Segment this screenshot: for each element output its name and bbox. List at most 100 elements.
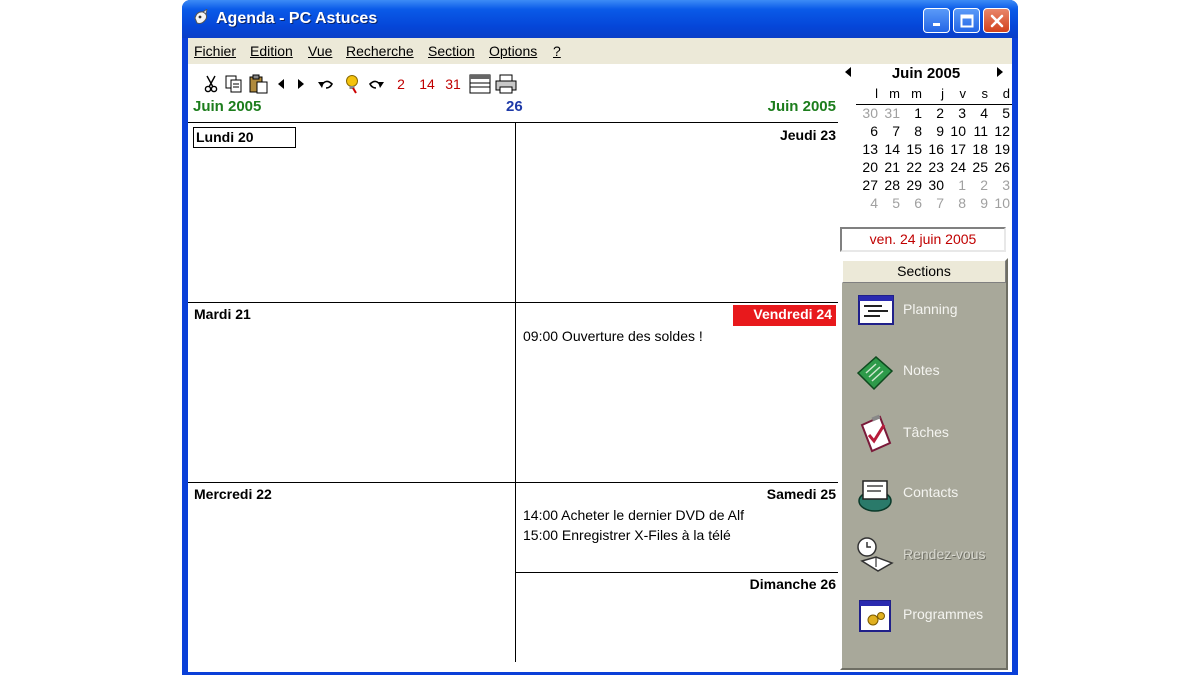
minimize-button[interactable]	[923, 8, 950, 33]
day-header-lundi-20[interactable]: Lundi 20	[193, 127, 296, 148]
day-header-samedi-25[interactable]: Samedi 25	[767, 486, 836, 502]
calendar-day[interactable]: 1	[944, 177, 966, 195]
calendar-day[interactable]: 13	[856, 141, 878, 159]
calendar-day[interactable]: 19	[988, 141, 1010, 159]
calendar-day[interactable]: 6	[900, 195, 922, 213]
calendar-day[interactable]: 18	[966, 141, 988, 159]
calendar-day[interactable]: 7	[878, 123, 900, 141]
calendar-day[interactable]: 31	[878, 105, 900, 123]
section-tasks[interactable]: Tâches	[842, 411, 1006, 461]
prev-icon[interactable]	[274, 73, 288, 95]
day-header-vendredi-24[interactable]: Vendredi 24	[733, 305, 836, 326]
event-item[interactable]: 14:00 Acheter le dernier DVD de Alf	[523, 507, 744, 523]
day-header-mercredi-22[interactable]: Mercredi 22	[194, 486, 272, 502]
day-header-jeudi-23[interactable]: Jeudi 23	[780, 127, 836, 143]
title-bar[interactable]: Agenda - PC Astuces	[182, 0, 1018, 38]
day-header-dimanche-26[interactable]: Dimanche 26	[750, 576, 836, 592]
menu-section[interactable]: Section	[428, 43, 475, 59]
calendar-day[interactable]: 5	[878, 195, 900, 213]
calendar-day[interactable]: 3	[988, 177, 1010, 195]
paste-icon[interactable]	[248, 73, 270, 95]
day-header-mardi-21[interactable]: Mardi 21	[194, 306, 251, 322]
calendar-next-month-icon[interactable]	[996, 66, 1004, 81]
cut-icon[interactable]	[202, 73, 220, 95]
print-icon[interactable]	[494, 73, 518, 95]
programs-icon	[859, 600, 891, 632]
calendar-day[interactable]: 22	[900, 159, 922, 177]
calendar-day[interactable]: 7	[922, 195, 944, 213]
week-grid: Lundi 20 Mardi 21 Mercredi 22 Jeudi 23 V…	[188, 122, 838, 672]
left-month-header: Juin 2005	[193, 98, 262, 115]
section-contacts[interactable]: Contacts	[842, 471, 1006, 521]
next-icon[interactable]	[294, 73, 308, 95]
calendar-day[interactable]: 16	[922, 141, 944, 159]
calendar-week-row: 4 5 6 7 8 9 10	[856, 195, 1012, 213]
menu-bar: Fichier Edition Vue Recherche Section Op…	[188, 38, 1012, 64]
planning-icon	[858, 295, 894, 325]
calendar-day[interactable]: 8	[944, 195, 966, 213]
menu-vue[interactable]: Vue	[308, 43, 332, 59]
calendar-day[interactable]: 1	[900, 105, 922, 123]
calendar-day[interactable]: 2	[922, 105, 944, 123]
calendar-day[interactable]: 4	[966, 105, 988, 123]
calendar-day[interactable]: 17	[944, 141, 966, 159]
calendar-day[interactable]: 3	[944, 105, 966, 123]
section-programs[interactable]: Programmes	[842, 593, 1006, 643]
calendar-day[interactable]: 27	[856, 177, 878, 195]
selected-date-field[interactable]: ven. 24 juin 2005	[840, 227, 1006, 252]
calendar-week-row: 6 7 8 9 10 11 12	[856, 123, 1012, 141]
calendar-day[interactable]: 8	[900, 123, 922, 141]
calendar-day[interactable]: 15	[900, 141, 922, 159]
app-window: Agenda - PC Astuces Fichier Edition Vue …	[182, 0, 1018, 675]
calendar-day[interactable]: 5	[988, 105, 1010, 123]
calendar-day[interactable]: 9	[966, 195, 988, 213]
calendar-day[interactable]: 11	[966, 123, 988, 141]
calendar-day[interactable]: 24	[944, 159, 966, 177]
close-icon	[990, 14, 1003, 27]
view-2-days-button[interactable]: 2	[394, 73, 408, 95]
calendar-view-icon[interactable]	[468, 73, 492, 95]
calendar-day[interactable]: 14	[878, 141, 900, 159]
redo-icon[interactable]	[366, 73, 386, 95]
event-item[interactable]: 09:00 Ouverture des soldes !	[523, 328, 703, 344]
app-logo-icon	[194, 9, 208, 24]
undo-icon[interactable]	[316, 73, 336, 95]
calendar-day[interactable]: 26	[988, 159, 1010, 177]
section-planning[interactable]: Planning	[842, 288, 1006, 338]
section-notes[interactable]: Notes	[842, 349, 1006, 399]
menu-recherche[interactable]: Recherche	[346, 43, 414, 59]
calendar-day[interactable]: 2	[966, 177, 988, 195]
calendar-day[interactable]: 10	[944, 123, 966, 141]
weekday-label: j	[941, 86, 944, 101]
weekday-label: m	[889, 86, 900, 101]
calendar-day[interactable]: 29	[900, 177, 922, 195]
calendar-day[interactable]: 23	[922, 159, 944, 177]
calendar-day[interactable]: 4	[856, 195, 878, 213]
weekday-label: d	[1002, 86, 1010, 101]
toolbar: 2 14 31	[202, 73, 552, 95]
calendar-day[interactable]: 10	[988, 195, 1010, 213]
section-appointments[interactable]: Rendez-vous	[842, 533, 1006, 583]
menu-help[interactable]: ?	[553, 43, 561, 59]
view-31-days-button[interactable]: 31	[442, 73, 464, 95]
view-14-days-button[interactable]: 14	[416, 73, 438, 95]
menu-edition[interactable]: Edition	[250, 43, 293, 59]
calendar-day[interactable]: 20	[856, 159, 878, 177]
menu-options[interactable]: Options	[489, 43, 537, 59]
close-button[interactable]	[983, 8, 1010, 33]
calendar-day[interactable]: 30	[856, 105, 878, 123]
contacts-icon	[858, 480, 892, 512]
calendar-day[interactable]: 6	[856, 123, 878, 141]
maximize-button[interactable]	[953, 8, 980, 33]
lightbulb-icon[interactable]	[342, 73, 362, 95]
calendar-day[interactable]: 12	[988, 123, 1010, 141]
copy-icon[interactable]	[224, 73, 244, 95]
calendar-day[interactable]: 28	[878, 177, 900, 195]
event-item[interactable]: 15:00 Enregistrer X-Files à la télé	[523, 527, 731, 543]
weekday-label: v	[959, 86, 967, 101]
calendar-day[interactable]: 25	[966, 159, 988, 177]
calendar-day[interactable]: 21	[878, 159, 900, 177]
calendar-day[interactable]: 9	[922, 123, 944, 141]
menu-fichier[interactable]: Fichier	[194, 43, 236, 59]
calendar-day[interactable]: 30	[922, 177, 944, 195]
